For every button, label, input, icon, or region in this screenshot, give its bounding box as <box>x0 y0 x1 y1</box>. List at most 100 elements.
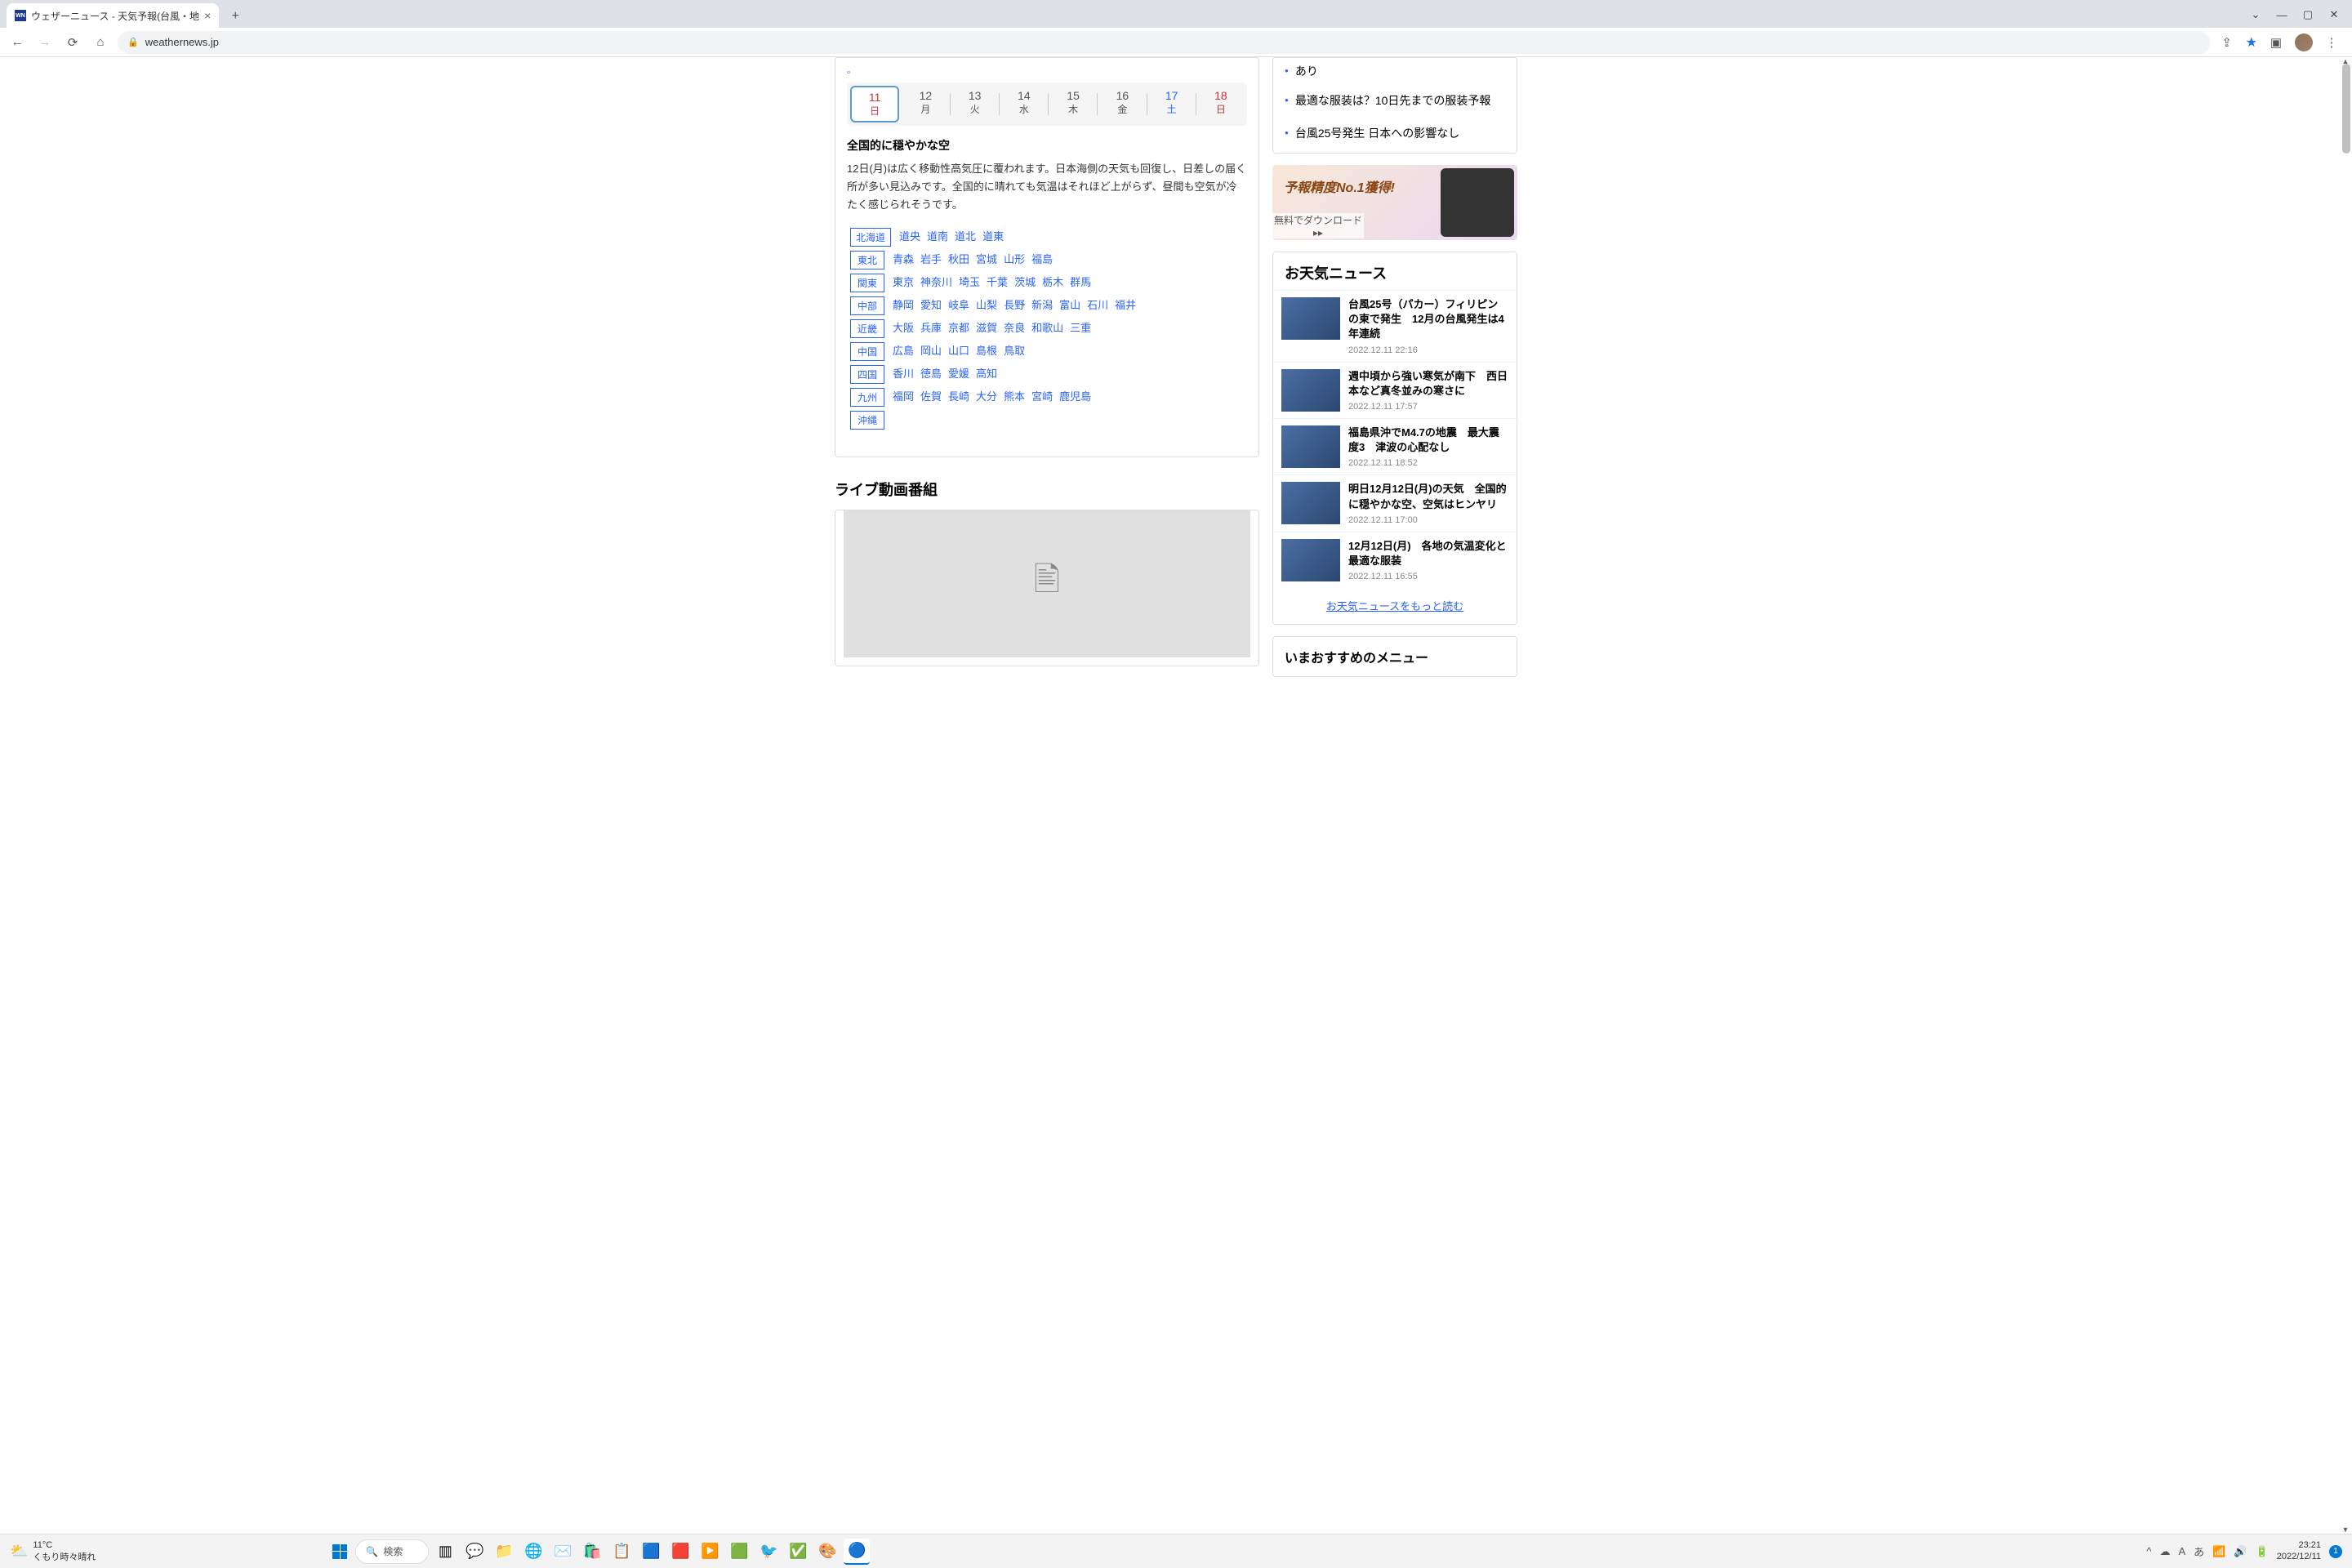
video-placeholder[interactable]: 🖹 <box>844 510 1250 657</box>
region-link[interactable]: 道東 <box>982 228 1004 243</box>
tray-chevron-icon[interactable]: ^ <box>2146 1545 2151 1557</box>
clock[interactable]: 23:21 2022/12/11 <box>2277 1540 2321 1561</box>
onedrive-icon[interactable]: ☁ <box>2160 1545 2171 1558</box>
minimize-button[interactable]: — <box>2270 5 2293 24</box>
region-link[interactable]: 千葉 <box>987 274 1008 289</box>
region-link[interactable]: 福井 <box>1115 296 1136 312</box>
mail-icon[interactable]: ✉️ <box>550 1539 576 1565</box>
chrome-icon[interactable]: 🔵 <box>844 1539 870 1565</box>
date-tab[interactable]: 17土 <box>1149 86 1195 122</box>
edge-icon[interactable]: 🌐 <box>520 1539 546 1565</box>
scroll-down-icon[interactable]: ▼ <box>2341 1526 2350 1534</box>
region-link[interactable]: 宮城 <box>976 251 997 266</box>
region-link[interactable]: 長崎 <box>948 388 969 403</box>
region-link[interactable]: 岐阜 <box>948 296 969 312</box>
scrollbar-thumb[interactable] <box>2342 64 2350 154</box>
explorer-icon[interactable]: 📁 <box>491 1539 517 1565</box>
region-label[interactable]: 関東 <box>850 274 884 292</box>
news-item[interactable]: 週中頃から強い寒気が南下 西日本など真冬並みの寒さに2022.12.11 17:… <box>1273 362 1517 418</box>
new-tab-button[interactable]: + <box>224 5 247 28</box>
region-link[interactable]: 道央 <box>899 228 920 243</box>
forward-button[interactable]: → <box>34 32 56 53</box>
region-link[interactable]: 茨城 <box>1014 274 1036 289</box>
region-link[interactable]: 静岡 <box>893 296 914 312</box>
region-link[interactable]: 高知 <box>976 365 997 381</box>
region-link[interactable]: 熊本 <box>1004 388 1025 403</box>
region-link[interactable]: 富山 <box>1059 296 1080 312</box>
region-link[interactable]: 栃木 <box>1042 274 1063 289</box>
region-label[interactable]: 四国 <box>850 365 884 384</box>
chevron-down-icon[interactable]: ⌄ <box>2244 5 2267 24</box>
wifi-icon[interactable]: 📶 <box>2212 1545 2225 1558</box>
topic-item[interactable]: 最適な服装は？10日先までの服装予報 <box>1273 84 1517 117</box>
region-link[interactable]: 埼玉 <box>959 274 980 289</box>
extensions-icon[interactable]: ▣ <box>2265 32 2287 53</box>
date-tab[interactable]: 12月 <box>902 86 948 122</box>
twitter-icon[interactable]: 🐦 <box>755 1539 782 1565</box>
region-link[interactable]: 鳥取 <box>1004 342 1025 358</box>
ime-icon[interactable]: A <box>2179 1545 2186 1557</box>
region-link[interactable]: 道南 <box>927 228 948 243</box>
todo-icon[interactable]: ✅ <box>785 1539 811 1565</box>
news-item[interactable]: 12月12日(月) 各地の気温変化と最適な服装2022.12.11 16:55 <box>1273 532 1517 588</box>
promo-banner[interactable]: 予報精度No.1獲得! 無料でダウンロード ▸▸ <box>1272 165 1517 240</box>
youtube-icon[interactable]: ▶️ <box>697 1539 723 1565</box>
region-link[interactable]: 兵庫 <box>920 319 942 335</box>
region-link[interactable]: 滋賀 <box>976 319 997 335</box>
region-link[interactable]: 島根 <box>976 342 997 358</box>
region-link[interactable]: 神奈川 <box>920 274 952 289</box>
region-link[interactable]: 山梨 <box>976 296 997 312</box>
browser-tab[interactable]: WN ウェザーニュース - 天気予報(台風・地 × <box>7 3 219 28</box>
news-more-link[interactable]: お天気ニュースをもっと読む <box>1273 588 1517 624</box>
region-link[interactable]: 山口 <box>948 342 969 358</box>
date-tab[interactable]: 14水 <box>1001 86 1047 122</box>
app-icon[interactable]: 🟦 <box>638 1539 664 1565</box>
region-link[interactable]: 福島 <box>1031 251 1053 266</box>
region-link[interactable]: 広島 <box>893 342 914 358</box>
date-tab[interactable]: 13火 <box>952 86 998 122</box>
region-label[interactable]: 北海道 <box>850 228 891 247</box>
home-button[interactable]: ⌂ <box>90 32 111 53</box>
region-label[interactable]: 九州 <box>850 388 884 407</box>
app-icon[interactable]: 🟩 <box>726 1539 752 1565</box>
region-link[interactable]: 京都 <box>948 319 969 335</box>
battery-icon[interactable]: 🔋 <box>2256 1545 2269 1558</box>
region-label[interactable]: 沖縄 <box>850 411 884 430</box>
address-bar[interactable]: 🔒 weathernews.jp <box>118 31 2210 54</box>
profile-avatar[interactable] <box>2295 33 2313 51</box>
region-link[interactable]: 大分 <box>976 388 997 403</box>
region-link[interactable]: 岩手 <box>920 251 942 266</box>
region-link[interactable]: 大阪 <box>893 319 914 335</box>
region-link[interactable]: 宮崎 <box>1031 388 1053 403</box>
maximize-button[interactable]: ▢ <box>2296 5 2319 24</box>
region-link[interactable]: 三重 <box>1070 319 1091 335</box>
weather-widget[interactable]: ⛅ 11°C くもり時々晴れ <box>10 1540 96 1563</box>
region-label[interactable]: 東北 <box>850 251 884 270</box>
date-tab[interactable]: 11日 <box>850 86 899 122</box>
date-tab[interactable]: 16金 <box>1099 86 1145 122</box>
region-link[interactable]: 道北 <box>955 228 976 243</box>
region-link[interactable]: 石川 <box>1087 296 1108 312</box>
region-link[interactable]: 新潟 <box>1031 296 1053 312</box>
menu-icon[interactable]: ⋮ <box>2321 32 2342 53</box>
app-icon[interactable]: 🎨 <box>814 1539 840 1565</box>
close-tab-icon[interactable]: × <box>204 9 211 22</box>
region-label[interactable]: 中国 <box>850 342 884 361</box>
news-item[interactable]: 明日12月12日(月)の天気 全国的に穏やかな空、空気はヒンヤリ2022.12.… <box>1273 474 1517 531</box>
region-link[interactable]: 鹿児島 <box>1059 388 1091 403</box>
office-icon[interactable]: 📋 <box>608 1539 635 1565</box>
region-label[interactable]: 中部 <box>850 296 884 315</box>
region-link[interactable]: 徳島 <box>920 365 942 381</box>
region-link[interactable]: 東京 <box>893 274 914 289</box>
region-link[interactable]: 奈良 <box>1004 319 1025 335</box>
reload-button[interactable]: ⟳ <box>62 32 83 53</box>
news-item[interactable]: 福島県沖でM4.7の地震 最大震度3 津波の心配なし2022.12.11 18:… <box>1273 418 1517 474</box>
back-button[interactable]: ← <box>7 32 28 53</box>
region-link[interactable]: 佐賀 <box>920 388 942 403</box>
region-link[interactable]: 山形 <box>1004 251 1025 266</box>
region-link[interactable]: 岡山 <box>920 342 942 358</box>
region-link[interactable]: 秋田 <box>948 251 969 266</box>
region-link[interactable]: 青森 <box>893 251 914 266</box>
region-link[interactable]: 和歌山 <box>1031 319 1063 335</box>
topic-item[interactable]: あり <box>1273 61 1517 84</box>
